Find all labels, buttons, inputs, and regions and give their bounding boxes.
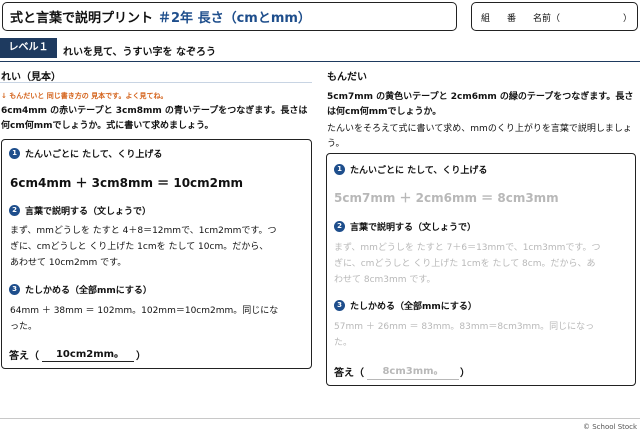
step-1-badge: 1	[334, 164, 345, 175]
level-instruction: れいを見て、うすい字を なぞろう	[63, 47, 216, 58]
problem-answer-close: ）	[460, 368, 470, 379]
problem-explanation-trace-3[interactable]: わせて 8cm3mm です。	[334, 273, 436, 288]
problem-check-trace-2[interactable]: た。	[334, 336, 352, 351]
example-answer-line	[42, 361, 134, 362]
step-1-badge: 1	[9, 148, 20, 159]
example-step-3: 3 たしかめる（全部mmにする）	[9, 283, 152, 296]
problem-answer-trace[interactable]: 8cm3mm。	[370, 362, 456, 377]
problem-answer-label: 答え（	[334, 368, 364, 379]
example-answer-value: 10cm2mm。	[55, 349, 125, 360]
example-problem-line-2: 何cm何mmでしょうか。式に書いて求めましょう。	[1, 121, 214, 131]
level-badge: レベル１	[0, 38, 57, 58]
problem-explanation-trace-1[interactable]: まず、mmどうしを たすと 7＋6＝13mmで、1cm3mmです。つ	[334, 241, 601, 256]
example-explanation-line-3: あわせて 10cm2mm です。	[10, 258, 127, 268]
example-step-1-label: たんいごとに たして、くり上げる	[25, 150, 163, 160]
page-subtitle: ＃2年 長さ（cmとmm）	[158, 11, 311, 26]
problem-heading: もんだい	[327, 72, 367, 83]
problem-instruction-line-1: たんいをそろえて式に書いて求め、mmのくり上がりを言葉で説明しましょ	[327, 124, 632, 134]
example-equation: 6cm4mm ＋ 3cm8mm ＝ 10cm2mm	[10, 176, 244, 190]
page-title: 式と言葉で説明プリント	[10, 11, 154, 26]
problem-equation-trace[interactable]: 5cm7mm ＋ 2cm6mm ＝ 8cm3mm	[334, 189, 559, 206]
example-underline	[0, 82, 312, 83]
example-check-line-2: った。	[10, 322, 38, 332]
number-label: 番	[507, 14, 517, 24]
step-2-badge: 2	[9, 205, 20, 216]
name-close: ）	[623, 14, 633, 24]
step-2-badge: 2	[334, 221, 345, 232]
example-heading: れい（見本）	[1, 72, 61, 83]
example-step-2-label: 言葉で説明する（文しょうで）	[25, 207, 152, 217]
problem-text-line-1: 5cm7mm の黄色いテープと 2cm6mm の緑のテープをつなぎます。長さ	[327, 92, 634, 102]
example-check-line-1: 64mm ＋ 38mm ＝ 102mm。102mm＝10cm2mm。同じにな	[10, 306, 279, 316]
problem-step-1-label: たんいごとに たして、くり上げる	[350, 166, 488, 176]
divider	[0, 61, 640, 62]
problem-step-2-label: 言葉で説明する（文しょうで）	[350, 223, 477, 233]
footer-divider	[0, 418, 640, 419]
problem-step-2: 2 言葉で説明する（文しょうで）	[334, 220, 476, 233]
step-3-badge: 3	[9, 284, 20, 295]
problem-instruction-line-2: う。	[327, 139, 345, 149]
example-explanation-line-1: まず、mmどうしを たすと 4＋8＝12mmで、1cm2mmです。つ	[10, 226, 277, 236]
example-step-1: 1 たんいごとに たして、くり上げる	[9, 147, 162, 160]
problem-step-3-label: たしかめる（全部mmにする）	[350, 302, 477, 312]
problem-step-1: 1 たんいごとに たして、くり上げる	[334, 163, 487, 176]
problem-check-trace-1[interactable]: 57mm ＋ 26mm ＝ 83mm。83mm＝8cm3mm。同じになっ	[334, 320, 594, 335]
problem-explanation-trace-2[interactable]: ぎに、cmどうしと くり上げた 1cmを たして 8cm。だから、あ	[334, 257, 596, 272]
class-label: 組	[481, 14, 491, 24]
name-box: 組 番 名前（ ）	[471, 2, 638, 31]
problem-text-line-2: は何cm何mmでしょうか。	[327, 107, 442, 117]
problem-step-3: 3 たしかめる（全部mmにする）	[334, 299, 477, 312]
name-label: 名前（	[533, 14, 561, 24]
example-answer-close: ）	[136, 351, 146, 362]
step-3-badge: 3	[334, 300, 345, 311]
copyright: © School Stock	[583, 423, 638, 431]
example-step-2: 2 言葉で説明する（文しょうで）	[9, 204, 151, 217]
example-problem-line-1: 6cm4mm の赤いテープと 3cm8mm の青いテープをつなぎます。長さは	[1, 106, 308, 116]
example-answer-label: 答え（	[9, 351, 39, 362]
problem-answer-line	[367, 379, 459, 380]
example-explanation-line-2: ぎに、cmどうしと くり上げた 1cmを たして 10cm。だから、	[10, 242, 269, 252]
example-note: ↓ もんだいと 同じ書き方の 見本です。よく見てね。	[1, 92, 168, 100]
example-step-3-label: たしかめる（全部mmにする）	[25, 286, 152, 296]
